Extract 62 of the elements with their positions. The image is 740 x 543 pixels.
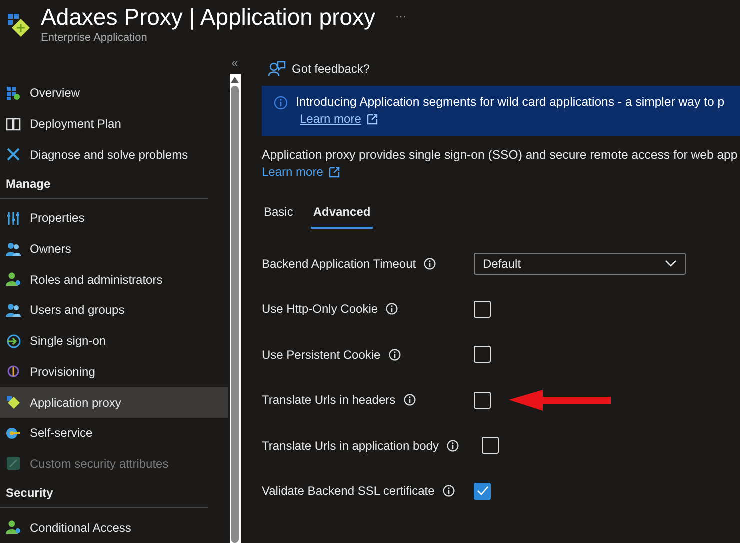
sliders-icon: [6, 210, 21, 226]
nav-item[interactable]: Overview: [0, 78, 228, 109]
nav-item[interactable]: Self-service: [0, 418, 228, 449]
info-icon: [424, 258, 436, 270]
setting-label: Use Http-Only Cookie: [262, 302, 378, 316]
nav-item[interactable]: Conditional Access: [0, 512, 228, 543]
nav-item[interactable]: Single sign-on: [0, 326, 228, 356]
proxy-icon: [6, 395, 21, 410]
setting-label: Validate Backend SSL certificate: [262, 484, 435, 498]
sync-icon: [6, 364, 21, 380]
key-icon: [6, 426, 21, 441]
person-icon: [6, 520, 21, 536]
setting-label: Use Persistent Cookie: [262, 348, 381, 362]
description-text: Application proxy provides single sign-on (SSO) and secure remote access for web app: [262, 148, 739, 162]
chevron-down-icon: [665, 260, 677, 268]
page-subtitle: Enterprise Application: [41, 32, 148, 44]
nav-item[interactable]: Owners: [0, 234, 228, 264]
external-link-icon: [329, 166, 340, 178]
nav-item[interactable]: Properties: [0, 203, 228, 234]
info-icon: [274, 96, 288, 110]
scroll-up-icon: [231, 77, 239, 83]
checkmark-icon: [476, 486, 488, 496]
tag-icon: [6, 456, 21, 472]
external-link-icon: [367, 114, 378, 124]
checkbox[interactable]: [474, 482, 491, 500]
setting-label: Translate Urls in headers: [262, 393, 396, 408]
info-icon: [386, 303, 398, 316]
learn-more-link[interactable]: Learn more: [300, 112, 378, 126]
setting-label: Backend Application Timeout: [262, 256, 416, 271]
feedback-button[interactable]: Got feedback?: [268, 61, 740, 77]
book-icon: [6, 116, 21, 132]
nav-item[interactable]: Roles and administrators: [0, 264, 228, 296]
scrollbar[interactable]: [230, 74, 240, 543]
learn-more-link[interactable]: Learn more: [262, 165, 340, 179]
info-icon: [388, 348, 401, 361]
scrollbar-thumb[interactable]: [231, 86, 239, 543]
sign-in-icon: [6, 334, 21, 349]
tab[interactable]: Advanced: [311, 205, 373, 229]
section-heading: Manage: [0, 170, 208, 200]
info-icon: [446, 440, 459, 452]
timeout-dropdown[interactable]: Default: [474, 252, 686, 275]
tools-icon: [6, 147, 21, 162]
info-icon: [404, 394, 416, 406]
app-logo-icon: [7, 13, 31, 37]
nav-item[interactable]: Provisioning: [0, 356, 228, 388]
people-icon: [6, 302, 21, 318]
section-heading: Security: [0, 479, 208, 508]
tab[interactable]: Basic: [262, 205, 296, 229]
nav-item[interactable]: Deployment Plan: [0, 108, 228, 140]
nav-item[interactable]: Application proxy: [0, 387, 228, 418]
nav-item[interactable]: Diagnose and solve problems: [0, 139, 228, 170]
people-icon: [6, 242, 21, 257]
feedback-icon: [268, 61, 286, 77]
more-button[interactable]: ···: [396, 11, 407, 23]
collapse-button[interactable]: «: [232, 54, 238, 72]
setting-label: Translate Urls in application body: [262, 438, 439, 453]
nav-item[interactable]: Users and groups: [0, 295, 228, 326]
page-title: Adaxes Proxy | Application proxy: [41, 4, 376, 30]
person-icon: [6, 272, 21, 288]
info-icon: [442, 485, 455, 498]
banner-text: Introducing Application segments for wild card applications - a simpler way to p: [296, 95, 725, 109]
grid-icon: [6, 86, 21, 101]
